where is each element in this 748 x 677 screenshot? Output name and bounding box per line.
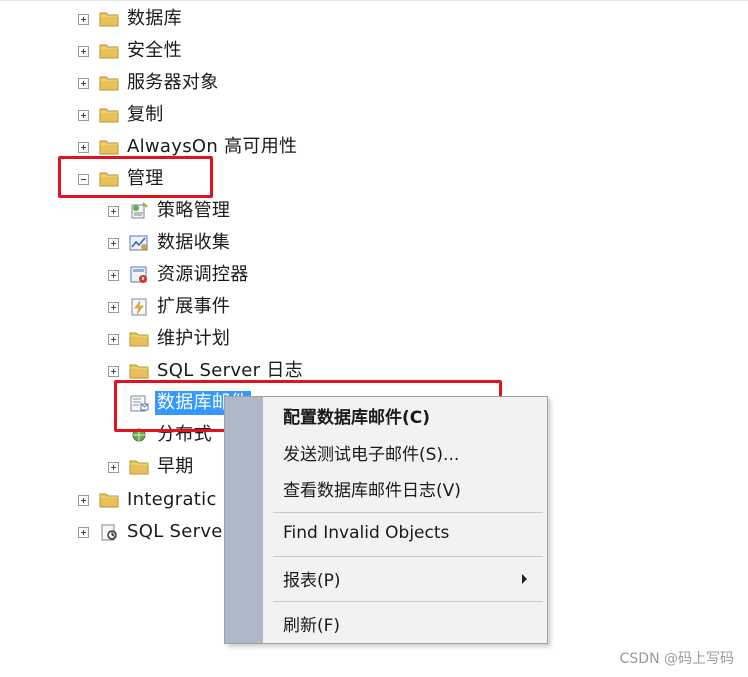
tree-node-sql-server-agent[interactable]: SQL Serve (78, 519, 225, 545)
tree-node-label: SQL Serve (127, 521, 223, 542)
tree-node-label: 服务器对象 (127, 72, 219, 93)
tree-node-label: 数据库 (127, 8, 182, 29)
tree-node-label: 数据收集 (157, 232, 231, 253)
expand-icon[interactable] (78, 526, 89, 538)
menu-item-label: 查看数据库邮件日志(V) (283, 480, 461, 501)
menu-item-find-invalid[interactable]: Find Invalid Objects (263, 518, 547, 548)
folder-icon (99, 76, 119, 91)
menu-item-label: Find Invalid Objects (283, 523, 450, 543)
expand-icon[interactable] (78, 45, 89, 57)
menu-item-reports[interactable]: 报表(P) (263, 563, 547, 593)
tree-node-maintenance-plans[interactable]: 维护计划 (108, 326, 232, 352)
expand-icon[interactable] (108, 333, 119, 345)
chevron-right-icon (522, 574, 527, 584)
watermark: CSDN @码上写码 (619, 651, 734, 667)
tree-node-label: 扩展事件 (157, 296, 231, 317)
tree-node-security[interactable]: 安全性 (78, 38, 184, 64)
folder-icon (99, 140, 119, 155)
tree-node-extended-events[interactable]: 扩展事件 (108, 294, 232, 320)
tree-node-label: 资源调控器 (157, 264, 249, 285)
expand-icon[interactable] (78, 77, 89, 89)
menu-separator (273, 512, 543, 513)
agent-icon (101, 524, 117, 541)
menu-item-send-test[interactable]: 发送测试电子邮件(S)... (263, 437, 547, 467)
governor-icon (130, 266, 147, 283)
tree-node-integration[interactable]: Integratic (78, 487, 219, 513)
expand-icon[interactable] (108, 365, 119, 377)
expand-icon[interactable] (78, 141, 89, 153)
tree-node-label: 策略管理 (157, 200, 231, 221)
folder-icon (99, 108, 119, 123)
expand-icon[interactable] (108, 205, 119, 217)
events-icon (131, 298, 147, 316)
expand-icon[interactable] (78, 13, 89, 25)
tree-node-label: 安全性 (127, 40, 182, 61)
tree-node-replication[interactable]: 复制 (78, 102, 166, 128)
menu-separator (273, 601, 543, 602)
menu-item-refresh[interactable]: 刷新(F) (263, 608, 547, 638)
highlight-box-management (58, 156, 213, 198)
menu-separator (273, 556, 543, 557)
expand-icon[interactable] (78, 494, 89, 506)
folder-icon (129, 364, 149, 379)
tree-node-databases[interactable]: 数据库 (78, 6, 184, 32)
folder-icon (129, 332, 149, 347)
chart-icon (129, 235, 148, 251)
menu-item-view-log[interactable]: 查看数据库邮件日志(V) (263, 473, 547, 503)
expand-icon[interactable] (78, 109, 89, 121)
tree-node-data-collection[interactable]: 数据收集 (108, 230, 232, 256)
expand-icon[interactable] (108, 269, 119, 281)
menu-item-configure-mail[interactable]: 配置数据库邮件(C) (263, 400, 547, 430)
menu-item-label: 刷新(F) (283, 615, 341, 636)
tree-node-label: 维护计划 (157, 328, 231, 349)
expand-icon[interactable] (108, 461, 119, 473)
tree-node-policy-management[interactable]: 策略管理 (108, 198, 232, 224)
menu-item-label: 报表(P) (283, 570, 341, 591)
folder-icon (99, 12, 119, 27)
tree-node-label: 复制 (127, 104, 164, 125)
tree-node-resource-governor[interactable]: 资源调控器 (108, 262, 251, 288)
tree-node-server-objects[interactable]: 服务器对象 (78, 70, 221, 96)
menu-item-label: 发送测试电子邮件(S)... (283, 444, 460, 465)
folder-icon (99, 493, 119, 508)
folder-icon (129, 460, 149, 475)
expand-icon[interactable] (108, 237, 119, 249)
tree-node-label: 早期 (157, 456, 194, 477)
menu-gutter (225, 397, 263, 643)
tree-node-legacy[interactable]: 早期 (108, 454, 196, 480)
tree-node-label: Integratic (127, 489, 217, 510)
menu-item-label: 配置数据库邮件(C) (283, 407, 431, 428)
folder-icon (99, 44, 119, 59)
context-menu: 配置数据库邮件(C) 发送测试电子邮件(S)... 查看数据库邮件日志(V) F… (224, 396, 548, 644)
policy-icon (131, 202, 148, 219)
expand-icon[interactable] (108, 301, 119, 313)
